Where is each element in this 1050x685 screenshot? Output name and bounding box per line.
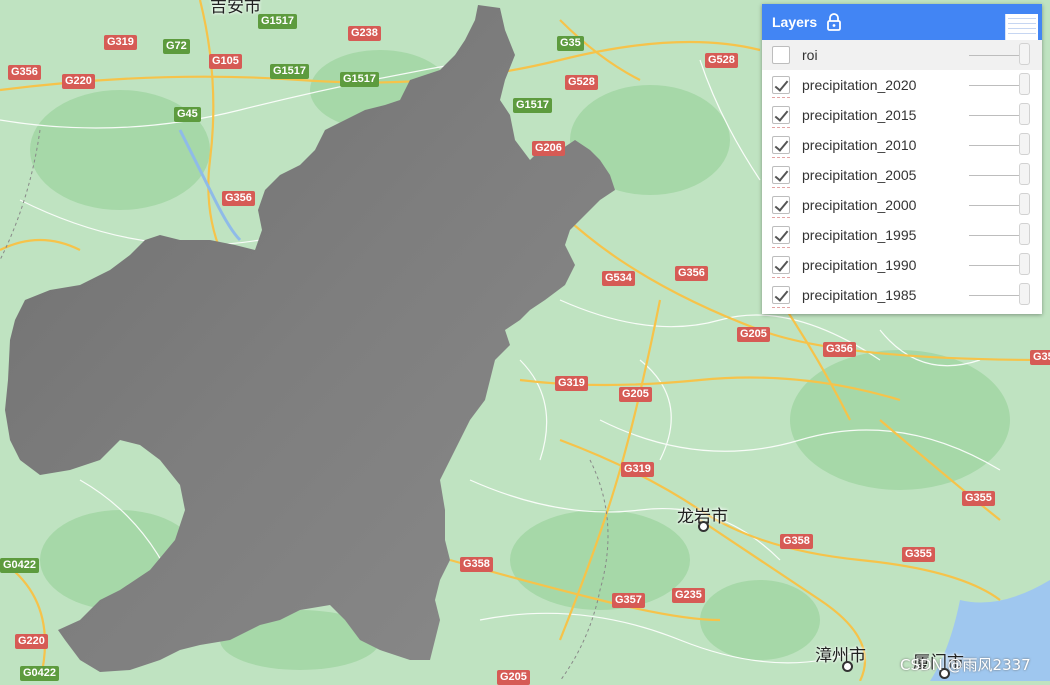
checkmark-icon — [774, 287, 789, 302]
layer-label: precipitation_2015 — [802, 107, 917, 123]
checkmark-icon — [774, 137, 789, 152]
checkmark-icon — [774, 107, 789, 122]
road-shield: G205 — [497, 670, 530, 685]
opacity-slider-thumb[interactable] — [1019, 103, 1030, 125]
layer-label: precipitation_2005 — [802, 167, 917, 183]
layer-checkbox[interactable] — [772, 106, 790, 124]
checkmark-icon — [774, 257, 789, 272]
layer-label: precipitation_1995 — [802, 227, 917, 243]
city-label: 漳州市 — [815, 646, 866, 666]
opacity-slider-track[interactable] — [969, 295, 1021, 296]
opacity-slider-track[interactable] — [969, 265, 1021, 266]
road-shield: G355 — [962, 491, 995, 506]
opacity-slider-track[interactable] — [969, 205, 1021, 206]
layer-checkbox[interactable] — [772, 76, 790, 94]
layer-row[interactable]: precipitation_1995 — [762, 220, 1042, 250]
road-shield: G1517 — [340, 72, 380, 87]
layer-checkbox[interactable] — [772, 256, 790, 274]
layer-checkbox[interactable] — [772, 226, 790, 244]
layer-checkbox[interactable] — [772, 136, 790, 154]
layer-row[interactable]: precipitation_2020 — [762, 70, 1042, 100]
panel-scroll-indicator — [1005, 14, 1038, 40]
road-shield: G528 — [705, 53, 738, 68]
layer-checkbox[interactable] — [772, 46, 790, 64]
layer-checkbox[interactable] — [772, 286, 790, 304]
layer-checkbox[interactable] — [772, 196, 790, 214]
road-shield: G356 — [222, 191, 255, 206]
opacity-slider-thumb[interactable] — [1019, 223, 1030, 245]
road-shield: G319 — [555, 376, 588, 391]
opacity-slider-track[interactable] — [969, 115, 1021, 116]
road-shield: G1517 — [513, 98, 553, 113]
road-shield: G356 — [823, 342, 856, 357]
layers-list: roi precipitation_2020 precipitation_2015p… — [762, 40, 1042, 310]
layer-label: precipitation_1990 — [802, 257, 917, 273]
road-shield: G205 — [619, 387, 652, 402]
road-shield: G220 — [62, 74, 95, 89]
road-shield: G355 — [902, 547, 935, 562]
city-dot — [698, 521, 709, 532]
road-shield: G238 — [348, 26, 381, 41]
opacity-slider-thumb[interactable] — [1019, 253, 1030, 275]
layer-row[interactable]: precipitation_1985 — [762, 280, 1042, 310]
layer-row[interactable]: precipitation_2015 — [762, 100, 1042, 130]
road-shield: G356 — [675, 266, 708, 281]
opacity-slider-track[interactable] — [969, 235, 1021, 236]
layer-label: precipitation_2000 — [802, 197, 917, 213]
checkmark-icon — [774, 197, 789, 212]
road-shield: G358 — [460, 557, 493, 572]
road-shield: G357 — [612, 593, 645, 608]
layer-label: precipitation_2010 — [802, 137, 917, 153]
opacity-slider-track[interactable] — [969, 145, 1021, 146]
road-shield: G534 — [602, 271, 635, 286]
layer-row[interactable]: precipitation_2000 — [762, 190, 1042, 220]
road-shield: G0422 — [0, 558, 40, 573]
road-shield: G35 — [1030, 350, 1050, 365]
road-shield: G319 — [621, 462, 654, 477]
checkmark-icon — [774, 167, 789, 182]
checkmark-icon — [774, 77, 789, 92]
layer-label: roi — [802, 47, 818, 63]
layer-label: precipitation_1985 — [802, 287, 917, 303]
opacity-slider-thumb[interactable] — [1019, 163, 1030, 185]
road-shield: G0422 — [20, 666, 60, 681]
checkmark-icon — [774, 227, 789, 242]
opacity-slider-track[interactable] — [969, 85, 1021, 86]
layer-row[interactable]: precipitation_2005 — [762, 160, 1042, 190]
layer-underline — [772, 307, 790, 310]
layers-title: Layers — [772, 14, 818, 30]
opacity-slider-thumb[interactable] — [1019, 73, 1030, 95]
road-shield: G45 — [174, 107, 201, 122]
road-shield: G105 — [209, 54, 242, 69]
road-shield: G235 — [672, 588, 705, 603]
layer-row[interactable]: roi — [762, 40, 1042, 70]
road-shield: G1517 — [258, 14, 298, 29]
layer-checkbox[interactable] — [772, 166, 790, 184]
opacity-slider-track[interactable] — [969, 175, 1021, 176]
road-shield: G72 — [163, 39, 190, 54]
road-shield: G220 — [15, 634, 48, 649]
layers-panel: Layers roi precipitation_2020 precipitatio… — [762, 4, 1042, 314]
lock-icon[interactable] — [826, 13, 842, 31]
layer-row[interactable]: precipitation_2010 — [762, 130, 1042, 160]
city-dot — [842, 661, 853, 672]
opacity-slider-thumb[interactable] — [1019, 43, 1030, 65]
road-shield: G1517 — [270, 64, 310, 79]
layer-row[interactable]: precipitation_1990 — [762, 250, 1042, 280]
road-shield: G35 — [557, 36, 584, 51]
opacity-slider-thumb[interactable] — [1019, 193, 1030, 215]
road-shield: G528 — [565, 75, 598, 90]
layers-header: Layers — [762, 4, 1042, 40]
opacity-slider-track[interactable] — [969, 55, 1021, 56]
road-shield: G205 — [737, 327, 770, 342]
road-shield: G358 — [780, 534, 813, 549]
opacity-slider-thumb[interactable] — [1019, 133, 1030, 155]
opacity-slider-thumb[interactable] — [1019, 283, 1030, 305]
road-shield: G319 — [104, 35, 137, 50]
road-shield: G206 — [532, 141, 565, 156]
watermark: CSDN @雨风2337 — [900, 656, 1031, 674]
city-label: 吉安市 — [210, 0, 261, 17]
layer-label: precipitation_2020 — [802, 77, 917, 93]
road-shield: G356 — [8, 65, 41, 80]
